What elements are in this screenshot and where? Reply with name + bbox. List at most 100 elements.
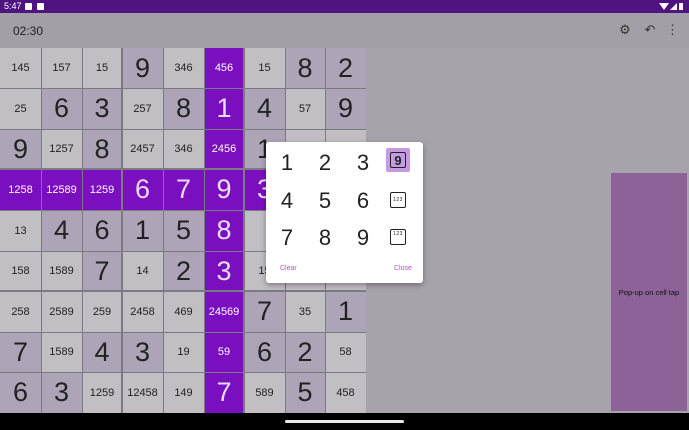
sudoku-cell[interactable]: 1	[325, 291, 366, 332]
number-button[interactable]: 8	[311, 224, 339, 252]
number-button[interactable]: 1	[273, 149, 301, 177]
number-button[interactable]: 4	[273, 187, 301, 215]
sudoku-cell[interactable]: 4	[41, 210, 82, 251]
sudoku-cell[interactable]: 1258	[0, 169, 41, 210]
sudoku-cell[interactable]: 7	[163, 169, 204, 210]
grid-line	[204, 48, 205, 413]
sudoku-cell[interactable]: 149	[163, 372, 204, 413]
sudoku-cell[interactable]: 458	[325, 372, 366, 413]
sudoku-cell[interactable]: 12589	[41, 169, 82, 210]
sudoku-cell[interactable]: 8	[204, 210, 244, 251]
sudoku-cell[interactable]: 4	[244, 88, 285, 129]
number-button[interactable]: 5	[311, 187, 339, 215]
number-button[interactable]: 7	[273, 224, 301, 252]
sudoku-cell[interactable]: 1257	[41, 129, 82, 169]
sudoku-cell[interactable]: 14	[122, 251, 163, 291]
sudoku-cell[interactable]: 1	[122, 210, 163, 251]
sudoku-cell[interactable]: 5	[163, 210, 204, 251]
more-options-button[interactable]: ⋮	[666, 22, 679, 38]
sudoku-cell[interactable]: 7	[244, 291, 285, 332]
sudoku-cell[interactable]: 2457	[122, 129, 163, 169]
sudoku-cell[interactable]: 8	[82, 129, 122, 169]
sudoku-cell[interactable]: 6	[122, 169, 163, 210]
sudoku-cell[interactable]: 3	[82, 88, 122, 129]
grid-line	[41, 48, 42, 413]
sudoku-cell[interactable]: 158	[0, 251, 41, 291]
sudoku-cell[interactable]: 12458	[122, 372, 163, 413]
sudoku-cell[interactable]: 13	[0, 210, 41, 251]
sudoku-cell[interactable]: 3	[122, 332, 163, 372]
sudoku-cell[interactable]: 57	[285, 88, 325, 129]
sudoku-cell[interactable]: 1589	[41, 332, 82, 372]
sudoku-cell[interactable]: 7	[82, 251, 122, 291]
sudoku-cell[interactable]: 2458	[122, 291, 163, 332]
sudoku-cell[interactable]: 456	[204, 48, 244, 88]
sudoku-cell[interactable]: 2589	[41, 291, 82, 332]
sudoku-cell[interactable]: 24569	[204, 291, 244, 332]
sudoku-cell[interactable]: 2	[325, 48, 366, 88]
sudoku-cell[interactable]: 6	[41, 88, 82, 129]
sudoku-cell[interactable]: 589	[244, 372, 285, 413]
value-mode-icon: 9	[390, 152, 406, 168]
undo-button[interactable]: ↶	[642, 22, 658, 38]
sudoku-cell[interactable]: 59	[204, 332, 244, 372]
sudoku-cell[interactable]: 25	[0, 88, 41, 129]
home-handle[interactable]	[285, 420, 404, 423]
number-button[interactable]: 3	[349, 149, 377, 177]
number-button[interactable]: 6	[349, 187, 377, 215]
sudoku-cell[interactable]: 9	[204, 169, 244, 210]
battery-icon	[679, 3, 683, 10]
shield-icon	[25, 3, 32, 10]
sudoku-cell[interactable]: 1	[204, 88, 244, 129]
sudoku-cell[interactable]: 9	[325, 88, 366, 129]
sudoku-cell[interactable]: 3	[41, 372, 82, 413]
sudoku-cell[interactable]: 1259	[82, 372, 122, 413]
sudoku-cell[interactable]: 8	[285, 48, 325, 88]
sudoku-cell[interactable]: 346	[163, 48, 204, 88]
value-mode-button[interactable]: 9	[386, 148, 410, 172]
sudoku-cell[interactable]: 145	[0, 48, 41, 88]
sudoku-cell[interactable]: 7	[204, 372, 244, 413]
grid-line	[0, 332, 366, 333]
sudoku-cell[interactable]: 58	[325, 332, 366, 372]
sudoku-cell[interactable]: 8	[163, 88, 204, 129]
sudoku-cell[interactable]: 346	[163, 129, 204, 169]
sudoku-cell[interactable]: 2456	[204, 129, 244, 169]
sudoku-cell[interactable]: 1589	[41, 251, 82, 291]
number-button[interactable]: 2	[311, 149, 339, 177]
side-panel[interactable]: Pop-up on cell tap	[611, 173, 687, 411]
sudoku-cell[interactable]: 15	[244, 48, 285, 88]
sudoku-cell[interactable]: 7	[0, 332, 41, 372]
sudoku-cell[interactable]: 15	[82, 48, 122, 88]
sudoku-cell[interactable]: 157	[41, 48, 82, 88]
sudoku-cell[interactable]: 3	[204, 251, 244, 291]
sudoku-cell[interactable]: 6	[244, 332, 285, 372]
sudoku-cell[interactable]: 2	[163, 251, 204, 291]
candidate-toggle-label: 123	[393, 231, 403, 237]
status-icons	[659, 3, 683, 10]
sudoku-cell[interactable]: 6	[0, 372, 41, 413]
number-picker-popup: 123456789 9 123 123 Clear Close	[266, 142, 423, 283]
candidate-toggle-button[interactable]: 123	[386, 225, 410, 249]
sudoku-cell[interactable]: 257	[122, 88, 163, 129]
clear-button[interactable]: Clear	[280, 265, 297, 272]
candidate-toggle-icon: 123	[390, 229, 406, 245]
settings-button[interactable]: ⚙	[617, 22, 633, 38]
sudoku-cell[interactable]: 9	[0, 129, 41, 169]
sudoku-cell[interactable]: 9	[122, 48, 163, 88]
sudoku-cell[interactable]: 4	[82, 332, 122, 372]
candidate-mode-button[interactable]: 123	[386, 188, 410, 212]
sudoku-cell[interactable]: 469	[163, 291, 204, 332]
sudoku-cell[interactable]: 35	[285, 291, 325, 332]
sudoku-cell[interactable]: 1259	[82, 169, 122, 210]
sudoku-cell[interactable]: 5	[285, 372, 325, 413]
sudoku-cell[interactable]: 19	[163, 332, 204, 372]
number-button[interactable]: 9	[349, 224, 377, 252]
sudoku-cell[interactable]: 258	[0, 291, 41, 332]
sudoku-cell[interactable]: 6	[82, 210, 122, 251]
sudoku-cell[interactable]: 2	[285, 332, 325, 372]
sudoku-cell[interactable]: 259	[82, 291, 122, 332]
grid-line	[0, 88, 366, 89]
close-button[interactable]: Close	[394, 265, 412, 272]
grid-line	[163, 48, 164, 413]
